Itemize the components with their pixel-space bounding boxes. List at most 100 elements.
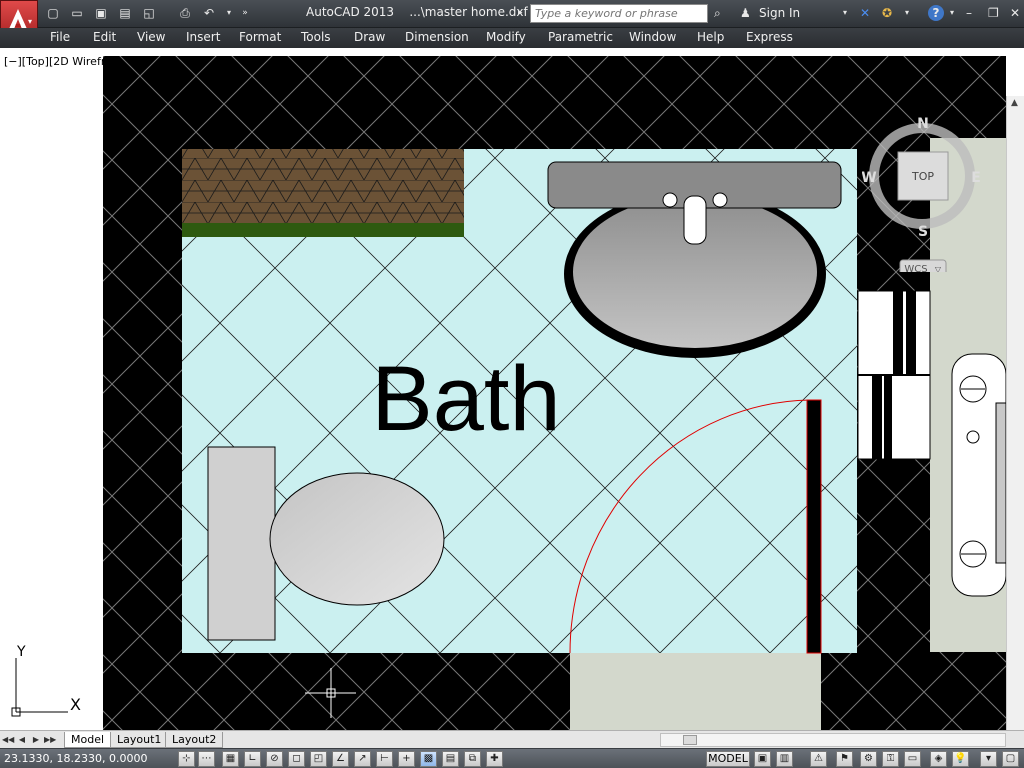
print-icon[interactable]: ⎙: [176, 5, 194, 21]
sign-in-dropdown-icon[interactable]: ▾: [843, 5, 847, 21]
viewcube-top-label: TOP: [911, 170, 934, 183]
workspace-switching-icon[interactable]: ⚙: [860, 751, 877, 767]
close-icon[interactable]: ✕: [1010, 5, 1020, 21]
room-label: Bath: [371, 348, 560, 450]
clean-screen-icon[interactable]: ▢: [1002, 751, 1019, 767]
grid-display-icon[interactable]: ▦: [222, 751, 239, 767]
ucs-x-label: X: [70, 695, 81, 714]
model-space-button[interactable]: MODEL: [706, 751, 750, 767]
menu-insert[interactable]: Insert: [186, 30, 220, 44]
infer-constraints-icon[interactable]: ⊹: [178, 751, 195, 767]
menu-express[interactable]: Express: [746, 30, 793, 44]
customize-quick-access-icon[interactable]: »: [236, 5, 254, 21]
new-icon[interactable]: ▢: [44, 5, 62, 21]
viewcube[interactable]: TOP N S W E WCS ▽: [861, 112, 982, 277]
scroll-up-icon[interactable]: ▲: [1011, 98, 1018, 108]
viewport-controls-label[interactable]: [−][Top][2D Wirefra: [4, 55, 112, 68]
door-leaf: [806, 399, 822, 654]
search-input[interactable]: [530, 4, 708, 23]
tab-layout2[interactable]: Layout2: [165, 732, 224, 748]
help-icon[interactable]: ?: [928, 5, 944, 21]
tab-first-icon[interactable]: ◀◀: [2, 733, 14, 746]
binoculars-icon[interactable]: ⌕: [714, 5, 721, 21]
dynamic-ucs-icon[interactable]: ↗: [354, 751, 371, 767]
restore-icon[interactable]: ❐: [988, 5, 999, 21]
annotation-visibility-icon[interactable]: ⚑: [836, 751, 853, 767]
hardware-acceleration-icon[interactable]: ▭: [904, 751, 921, 767]
save-icon[interactable]: ▣: [92, 5, 110, 21]
menu-window[interactable]: Window: [629, 30, 676, 44]
user-icon[interactable]: ♟: [740, 5, 751, 21]
light-bulb-icon[interactable]: 💡: [952, 751, 969, 767]
search-expand-icon[interactable]: ▸: [518, 5, 523, 21]
application-status-menu-icon[interactable]: ▾: [980, 751, 997, 767]
menu-format[interactable]: Format: [239, 30, 281, 44]
doorway-floor: [570, 653, 821, 730]
tab-model[interactable]: Model: [64, 732, 112, 748]
counter-edge: [182, 223, 464, 237]
compass-south[interactable]: S: [918, 224, 928, 240]
window-title: AutoCAD 2013 ...\master home.dxf: [306, 5, 528, 19]
tab-prev-icon[interactable]: ◀: [16, 733, 28, 746]
coordinate-readout[interactable]: 23.1330, 18.2330, 0.0000: [4, 752, 147, 765]
open-icon[interactable]: ▭: [68, 5, 86, 21]
menu-parametric[interactable]: Parametric: [548, 30, 613, 44]
quick-view-drawings-icon[interactable]: ▥: [776, 751, 793, 767]
wcs-label: WCS: [904, 264, 927, 272]
title-bar: ▢ ▭ ▣ ▤ ◱ ⎙ ↶ ▾ » AutoCAD 2013 ...\maste…: [0, 0, 1024, 28]
menu-modify[interactable]: Modify: [486, 30, 526, 44]
annotation-monitor-icon[interactable]: ✚: [486, 751, 503, 767]
polar-tracking-icon[interactable]: ⊘: [266, 751, 283, 767]
drawing-canvas[interactable]: Bath Y X TOP N S W E WCS ▽ ▲: [0, 48, 1024, 768]
plot-preview-icon[interactable]: ◱: [140, 5, 158, 21]
layout-tabs-bar: ◀◀ ◀ ▶ ▶▶ Model Layout1 Layout2: [0, 730, 1024, 748]
menu-file[interactable]: File: [50, 30, 70, 44]
menu-tools[interactable]: Tools: [301, 30, 331, 44]
dynamic-input-icon[interactable]: ⊢: [376, 751, 393, 767]
sign-in-button[interactable]: Sign In: [759, 6, 800, 20]
selection-cycling-icon[interactable]: ⧉: [464, 751, 481, 767]
annotation-scale-icon[interactable]: ⚠: [810, 751, 827, 767]
ucs-y-label: Y: [16, 644, 26, 660]
isolate-objects-icon[interactable]: ◈: [930, 751, 947, 767]
vanity-counter: [182, 149, 464, 223]
ortho-mode-icon[interactable]: ∟: [244, 751, 261, 767]
exchange-icon[interactable]: ✕: [860, 5, 870, 21]
horizontal-scrollbar[interactable]: [660, 733, 1006, 747]
snap-mode-icon[interactable]: ⋯: [198, 751, 215, 767]
subscription-dropdown-icon[interactable]: ▾: [905, 5, 909, 21]
subscription-icon[interactable]: ✪: [882, 5, 892, 21]
app-menu-dropdown-icon: ▾: [28, 17, 33, 26]
status-bar: 23.1330, 18.2330, 0.0000 ⊹ ⋯ ▦ ∟ ⊘ ◻ ◰ ∠…: [0, 748, 1024, 768]
menu-draw[interactable]: Draw: [354, 30, 385, 44]
menu-dimension[interactable]: Dimension: [405, 30, 469, 44]
transparency-icon[interactable]: ▩: [420, 751, 437, 767]
object-snap-tracking-icon[interactable]: ∠: [332, 751, 349, 767]
quick-view-layouts-icon[interactable]: ▣: [754, 751, 771, 767]
save-as-icon[interactable]: ▤: [116, 5, 134, 21]
object-snap-icon[interactable]: ◻: [288, 751, 305, 767]
3d-object-snap-icon[interactable]: ◰: [310, 751, 327, 767]
faucet: [683, 195, 707, 245]
menu-edit[interactable]: Edit: [93, 30, 116, 44]
menu-view[interactable]: View: [137, 30, 165, 44]
compass-east[interactable]: E: [971, 170, 981, 186]
lock-icon[interactable]: ⚿: [882, 751, 899, 767]
toilet-tank: [207, 446, 276, 641]
floor-plan: Bath Y X: [0, 48, 1006, 730]
vertical-scrollbar[interactable]: ▲ ▼: [1006, 96, 1024, 768]
help-dropdown-icon[interactable]: ▾: [950, 5, 954, 21]
quick-properties-icon[interactable]: ▤: [442, 751, 459, 767]
minimize-icon[interactable]: –: [966, 5, 972, 21]
lineweight-icon[interactable]: +: [398, 751, 415, 767]
toilet-bowl: [269, 472, 445, 606]
tab-next-icon[interactable]: ▶: [30, 733, 42, 746]
compass-west[interactable]: W: [861, 170, 877, 186]
wcs-dropdown-icon[interactable]: ▽: [935, 265, 942, 274]
tab-layout1[interactable]: Layout1: [110, 732, 169, 748]
compass-north[interactable]: N: [917, 116, 929, 132]
horizontal-scroll-thumb[interactable]: [683, 735, 697, 745]
undo-icon[interactable]: ↶: [200, 5, 218, 21]
menu-help[interactable]: Help: [697, 30, 724, 44]
tab-last-icon[interactable]: ▶▶: [44, 733, 56, 746]
